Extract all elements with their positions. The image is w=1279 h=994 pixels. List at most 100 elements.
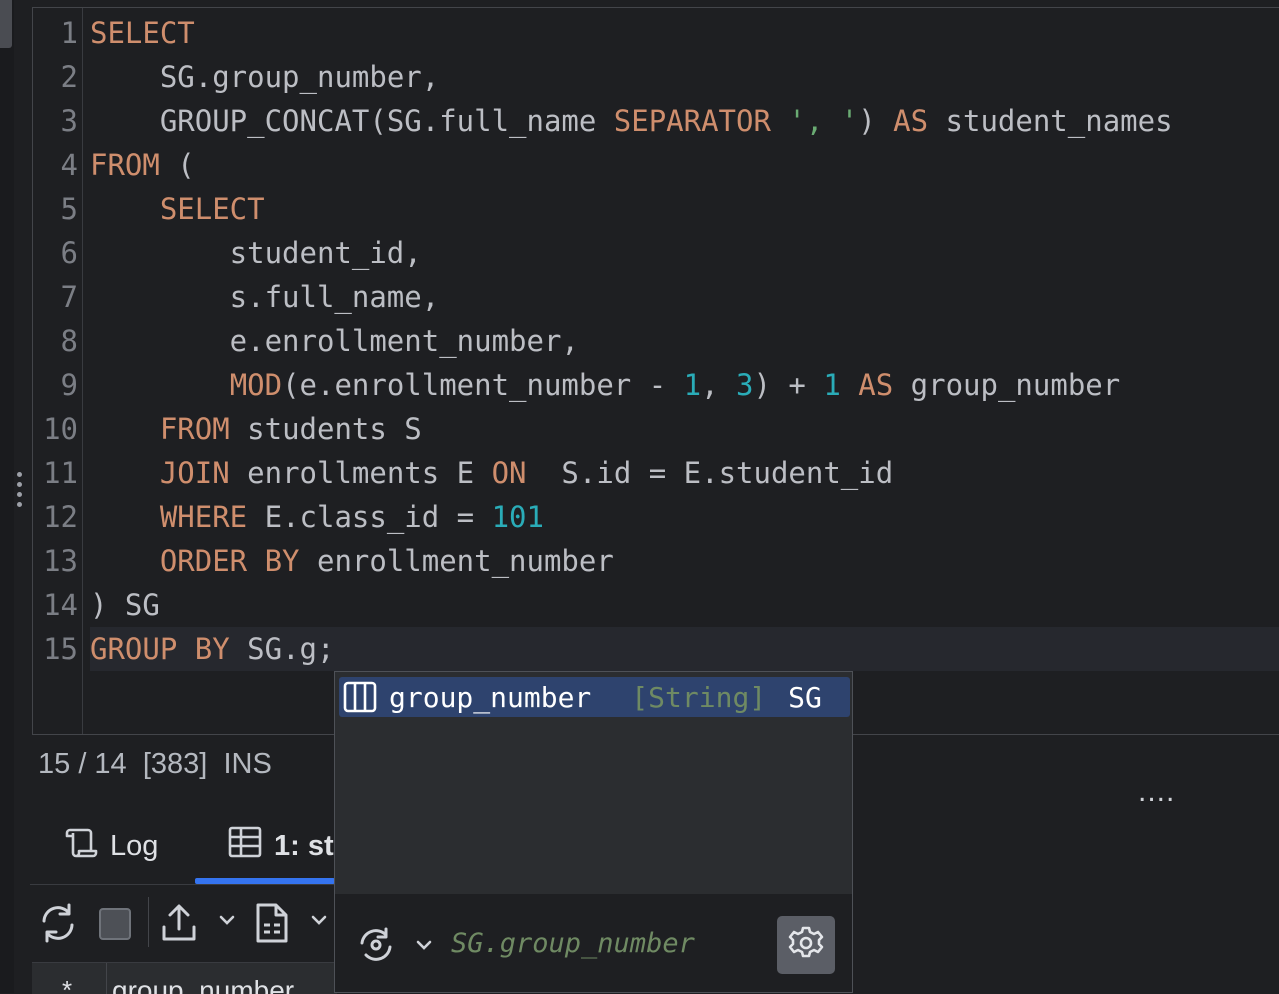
document-icon[interactable] [254,901,290,950]
alias: group_number [893,368,1121,402]
line-number: 8 [60,324,78,358]
chevron-down-icon[interactable] [218,913,236,932]
tab-log[interactable]: Log [62,812,158,880]
chevron-down-icon[interactable] [415,938,433,957]
sql-editor[interactable]: 1 2 3 4 5 6 7 8 9 10 11 12 13 14 15 SELE… [32,7,1279,735]
line-number: 12 [43,500,78,534]
punctuation: , [701,368,737,402]
completion-preview: SG.group_number [451,928,695,959]
function-name: MOD [229,368,283,402]
refresh-icon[interactable] [38,901,78,950]
insert-mode[interactable]: INS [223,748,271,780]
identifier: E.class_id = [247,500,492,534]
number-literal: 3 [736,368,754,402]
code-line[interactable]: ) SG [90,583,1279,627]
line-number: 13 [43,544,78,578]
code-line[interactable]: student_id, [90,231,1279,275]
keyword: ORDER BY [159,544,300,578]
current-code-line[interactable]: GROUP BY SG.g; [90,627,1279,671]
line-number: 11 [43,456,78,490]
more-options-button[interactable]: .... [1138,775,1175,809]
function-name: GROUP_CONCAT [159,104,370,138]
identifier: (SG.full_name [369,104,614,138]
column-icon [343,681,377,713]
code-line[interactable]: JOIN enrollments E ON S.id = E.student_i… [90,451,1279,495]
code-line[interactable]: WHERE E.class_id = 101 [90,495,1279,539]
line-number: 1 [60,16,78,50]
code-line[interactable]: GROUP_CONCAT(SG.full_name SEPARATOR ', '… [90,99,1279,143]
completion-type: [String] [631,680,767,714]
punctuation: ( [159,148,195,182]
line-number: 4 [60,148,78,182]
keyword: WHERE [159,500,248,534]
keyword: SEPARATOR [613,104,771,138]
code-line[interactable]: MOD(e.enrollment_number - 1, 3) + 1 AS g… [90,363,1279,407]
tab-label: 1: st [274,829,334,862]
line-number: 2 [60,60,78,94]
code-line[interactable]: e.enrollment_number, [90,319,1279,363]
identifier: S.id = E.student_id [526,456,894,490]
stop-icon[interactable] [98,907,132,946]
cycle-refresh-icon[interactable] [357,926,395,969]
code-line[interactable]: FROM ( [90,143,1279,187]
code-line[interactable]: SELECT [90,187,1279,231]
keyword: ON [491,456,527,490]
keyword: GROUP BY [90,632,230,666]
identifier: ) SG [90,588,160,622]
keyword: AS [893,104,929,138]
column-divider [106,963,107,994]
completion-list[interactable]: group_number [String] SG [335,672,852,894]
identifier: students S [229,412,422,446]
completion-popup[interactable]: group_number [String] SG SG.group_number [334,671,853,993]
tab-label: Log [110,829,159,862]
completion-name: group_number [389,680,592,714]
identifier: SG.group_number, [159,60,440,94]
toolbar-separator [148,897,149,947]
identifier: enrollments E [229,456,492,490]
result-grid-header: * group_number [32,962,337,994]
drag-handle[interactable] [17,472,22,512]
operator: ) + [753,368,824,402]
identifier: enrollment_number [299,544,614,578]
scroll-thumb[interactable] [0,0,12,48]
active-tab-indicator [195,878,335,884]
identifier: e.enrollment_number, [90,324,579,358]
export-icon[interactable] [160,903,198,948]
code-line[interactable]: ORDER BY enrollment_number [90,539,1279,583]
select-all-cell[interactable]: * [62,975,72,994]
identifier: SG.g; [229,632,335,666]
caret-position: 15 / 14 [38,748,127,780]
code-line[interactable]: s.full_name, [90,275,1279,319]
line-number: 5 [60,192,78,226]
code-line[interactable]: FROM students S [90,407,1279,451]
completion-item-selected[interactable]: group_number [String] SG [339,677,850,717]
completion-footer: SG.group_number [335,894,852,992]
line-number: 14 [43,588,78,622]
code-line[interactable]: SELECT [90,11,1279,55]
tab-result-1[interactable]: 1: st [228,812,334,880]
editor-status-bar: 15 / 14 [383] INS [38,742,272,786]
identifier: student_id, [90,236,422,270]
keyword: JOIN [159,456,230,490]
scroll-icon [62,824,110,868]
left-scroll-strip[interactable] [0,0,14,993]
number-literal: 1 [823,368,841,402]
code-line[interactable]: SG.group_number, [90,55,1279,99]
column-header[interactable]: group_number [112,975,294,994]
completion-settings-button[interactable] [777,916,835,974]
keyword: FROM [90,148,160,182]
chevron-down-icon[interactable] [310,913,328,932]
string-literal: ', ' [788,104,859,138]
results-toolbar [30,893,340,955]
line-number: 7 [60,280,78,314]
number-literal: 101 [491,500,544,534]
number-literal: 1 [683,368,702,402]
line-number: 15 [43,632,78,666]
